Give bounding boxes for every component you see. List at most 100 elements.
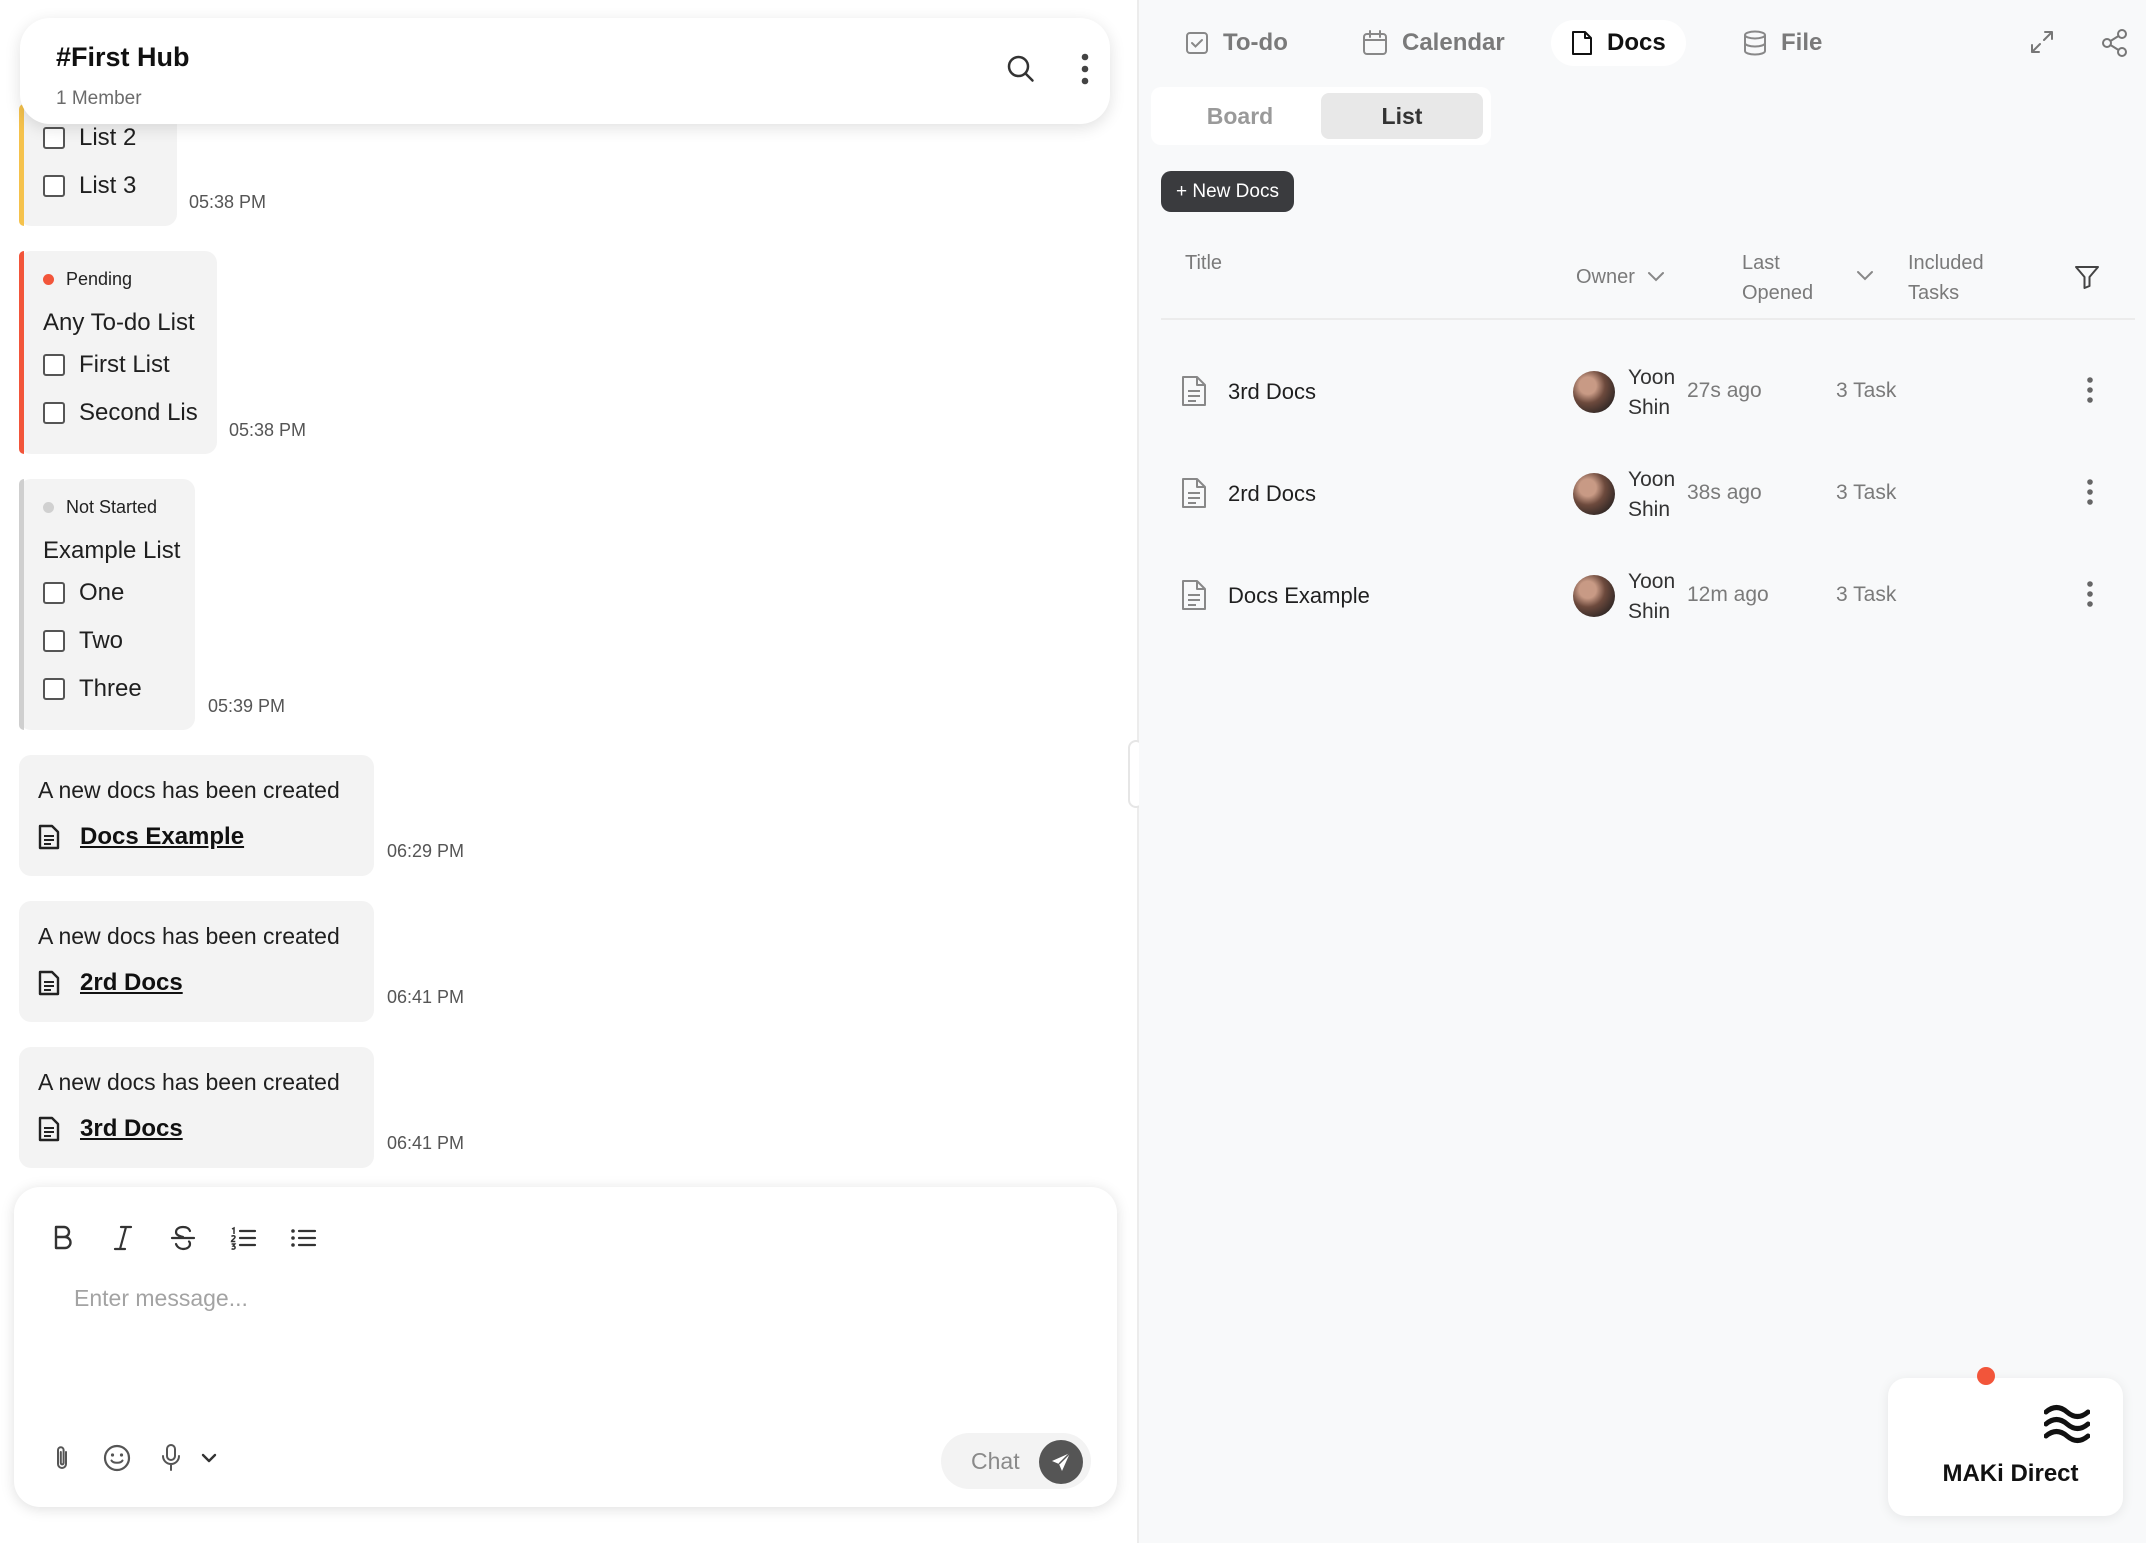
avatar <box>1573 371 1615 413</box>
tab-calendar[interactable]: Calendar <box>1362 20 1505 66</box>
todo-item-label: Three <box>79 675 142 702</box>
message-time: 06:41 PM <box>387 987 465 1007</box>
more-vertical-icon[interactable] <box>2085 579 2095 609</box>
table-row[interactable]: 3rd Docs Yoon Shin 27s ago 3 Task <box>1161 347 2135 437</box>
column-header-last-opened[interactable]: Last Opened <box>1742 248 1813 308</box>
todo-item[interactable]: Two <box>43 627 123 655</box>
table-row[interactable]: Docs Example Yoon Shin 12m ago 3 Task <box>1161 551 2135 641</box>
more-vertical-icon[interactable] <box>2085 477 2095 507</box>
maki-direct-label: MAKi Direct <box>1942 1460 2079 1487</box>
column-header-owner[interactable]: Owner <box>1576 262 1665 292</box>
todo-item-label: First List <box>79 351 170 378</box>
message-text: A new docs has been created <box>38 1069 340 1095</box>
database-icon <box>1744 30 1766 56</box>
table-row[interactable]: 2rd Docs Yoon Shin 38s ago 3 Task <box>1161 449 2135 539</box>
expand-icon[interactable] <box>2028 28 2056 56</box>
emoji-icon[interactable] <box>102 1443 132 1473</box>
table-header-divider <box>1161 318 2135 320</box>
status-badge: Pending <box>43 269 132 290</box>
column-header-title[interactable]: Title <box>1185 248 1222 278</box>
todo-item[interactable]: List 3 <box>43 172 136 200</box>
checkbox[interactable] <box>43 175 65 197</box>
bullet-list-icon[interactable] <box>289 1223 317 1253</box>
status-badge: Not Started <box>43 497 157 518</box>
tab-label: File <box>1781 29 1823 56</box>
doc-link[interactable]: Docs Example <box>80 823 244 851</box>
tab-todo[interactable]: To-do <box>1185 20 1288 66</box>
chevron-down-icon[interactable] <box>1856 270 1874 282</box>
doc-owner: Yoon Shin <box>1628 468 1676 521</box>
status-dot <box>43 274 54 285</box>
paperclip-icon[interactable] <box>52 1443 72 1473</box>
more-vertical-icon[interactable] <box>1080 52 1090 86</box>
doc-task-count: 3 Task <box>1836 481 1897 504</box>
todo-item-label: Two <box>79 627 124 654</box>
checkbox[interactable] <box>43 582 65 604</box>
view-toggle: Board List <box>1151 87 1491 145</box>
column-header-label: Tasks <box>1908 282 1960 304</box>
doc-link[interactable]: 3rd Docs <box>80 1115 183 1143</box>
view-list-option[interactable]: List <box>1321 93 1483 139</box>
todo-title: Example List <box>43 537 181 564</box>
document-icon <box>38 1116 60 1142</box>
todo-accent-bar <box>19 479 24 730</box>
tab-file[interactable]: File <box>1743 20 1822 66</box>
docs-panel: To-do Calendar Docs File Board List + Ne… <box>1139 0 2146 1543</box>
search-icon[interactable] <box>1006 54 1036 84</box>
avatar <box>1573 575 1615 617</box>
microphone-icon[interactable] <box>159 1443 183 1473</box>
todo-item[interactable]: Second Lis <box>43 399 198 427</box>
italic-icon[interactable] <box>110 1223 136 1253</box>
calendar-icon <box>1363 30 1387 55</box>
doc-owner: Yoon Shin <box>1628 570 1676 623</box>
status-label: Not Started <box>66 497 158 517</box>
checkbox[interactable] <box>43 678 65 700</box>
more-vertical-icon[interactable] <box>2085 375 2095 405</box>
ordered-list-icon[interactable] <box>229 1223 257 1253</box>
todo-item[interactable]: First List <box>43 351 170 379</box>
new-docs-button[interactable]: + New Docs <box>1161 171 1294 212</box>
todo-item[interactable]: List 2 <box>43 124 136 152</box>
todo-item[interactable]: One <box>43 579 124 607</box>
chevron-down-icon[interactable] <box>200 1451 218 1465</box>
strikethrough-icon[interactable] <box>169 1223 197 1253</box>
todo-item[interactable]: Three <box>43 675 142 703</box>
tab-label: To-do <box>1223 29 1288 56</box>
column-header-label: Included <box>1908 252 1984 274</box>
message-time: 05:38 PM <box>229 420 307 440</box>
docs-created-message: A new docs has been created Docs Example <box>19 755 374 876</box>
send-button[interactable]: Chat <box>941 1433 1091 1489</box>
todo-accent-bar <box>19 104 24 226</box>
filter-icon[interactable] <box>2074 264 2100 290</box>
notification-dot <box>1977 1367 1995 1385</box>
doc-link[interactable]: 2rd Docs <box>80 969 183 997</box>
checkbox[interactable] <box>43 402 65 424</box>
checkbox[interactable] <box>43 354 65 376</box>
status-label: Pending <box>66 269 133 289</box>
document-icon <box>38 824 60 850</box>
todo-card-pending[interactable]: Pending Any To-do List First List Second… <box>19 251 217 454</box>
maki-logo-icon <box>2044 1405 2090 1443</box>
doc-title[interactable]: 3rd Docs <box>1228 379 1316 405</box>
doc-task-count: 3 Task <box>1836 379 1897 402</box>
view-board-option[interactable]: Board <box>1159 93 1321 139</box>
tab-docs[interactable]: Docs <box>1551 20 1686 66</box>
checkbox[interactable] <box>43 630 65 652</box>
message-input[interactable] <box>74 1285 974 1312</box>
doc-last-opened: 38s ago <box>1687 481 1762 504</box>
share-icon[interactable] <box>2100 28 2130 58</box>
todo-card-not-started[interactable]: Not Started Example List One Two Three <box>19 479 195 730</box>
document-icon <box>1182 478 1206 508</box>
bold-icon[interactable] <box>50 1223 76 1253</box>
hub-title: #First Hub <box>56 42 190 72</box>
doc-title[interactable]: Docs Example <box>1228 583 1370 609</box>
column-header-tasks[interactable]: Included Tasks <box>1908 248 1984 308</box>
todo-item-label: One <box>79 579 125 606</box>
message-time: 05:39 PM <box>208 696 286 716</box>
docs-created-message: A new docs has been created 2rd Docs <box>19 901 374 1022</box>
column-header-label: Last <box>1742 252 1780 274</box>
checkbox[interactable] <box>43 127 65 149</box>
doc-title[interactable]: 2rd Docs <box>1228 481 1316 507</box>
maki-direct-button[interactable]: MAKi Direct <box>1888 1378 2123 1516</box>
message-time: 05:38 PM <box>189 192 267 212</box>
